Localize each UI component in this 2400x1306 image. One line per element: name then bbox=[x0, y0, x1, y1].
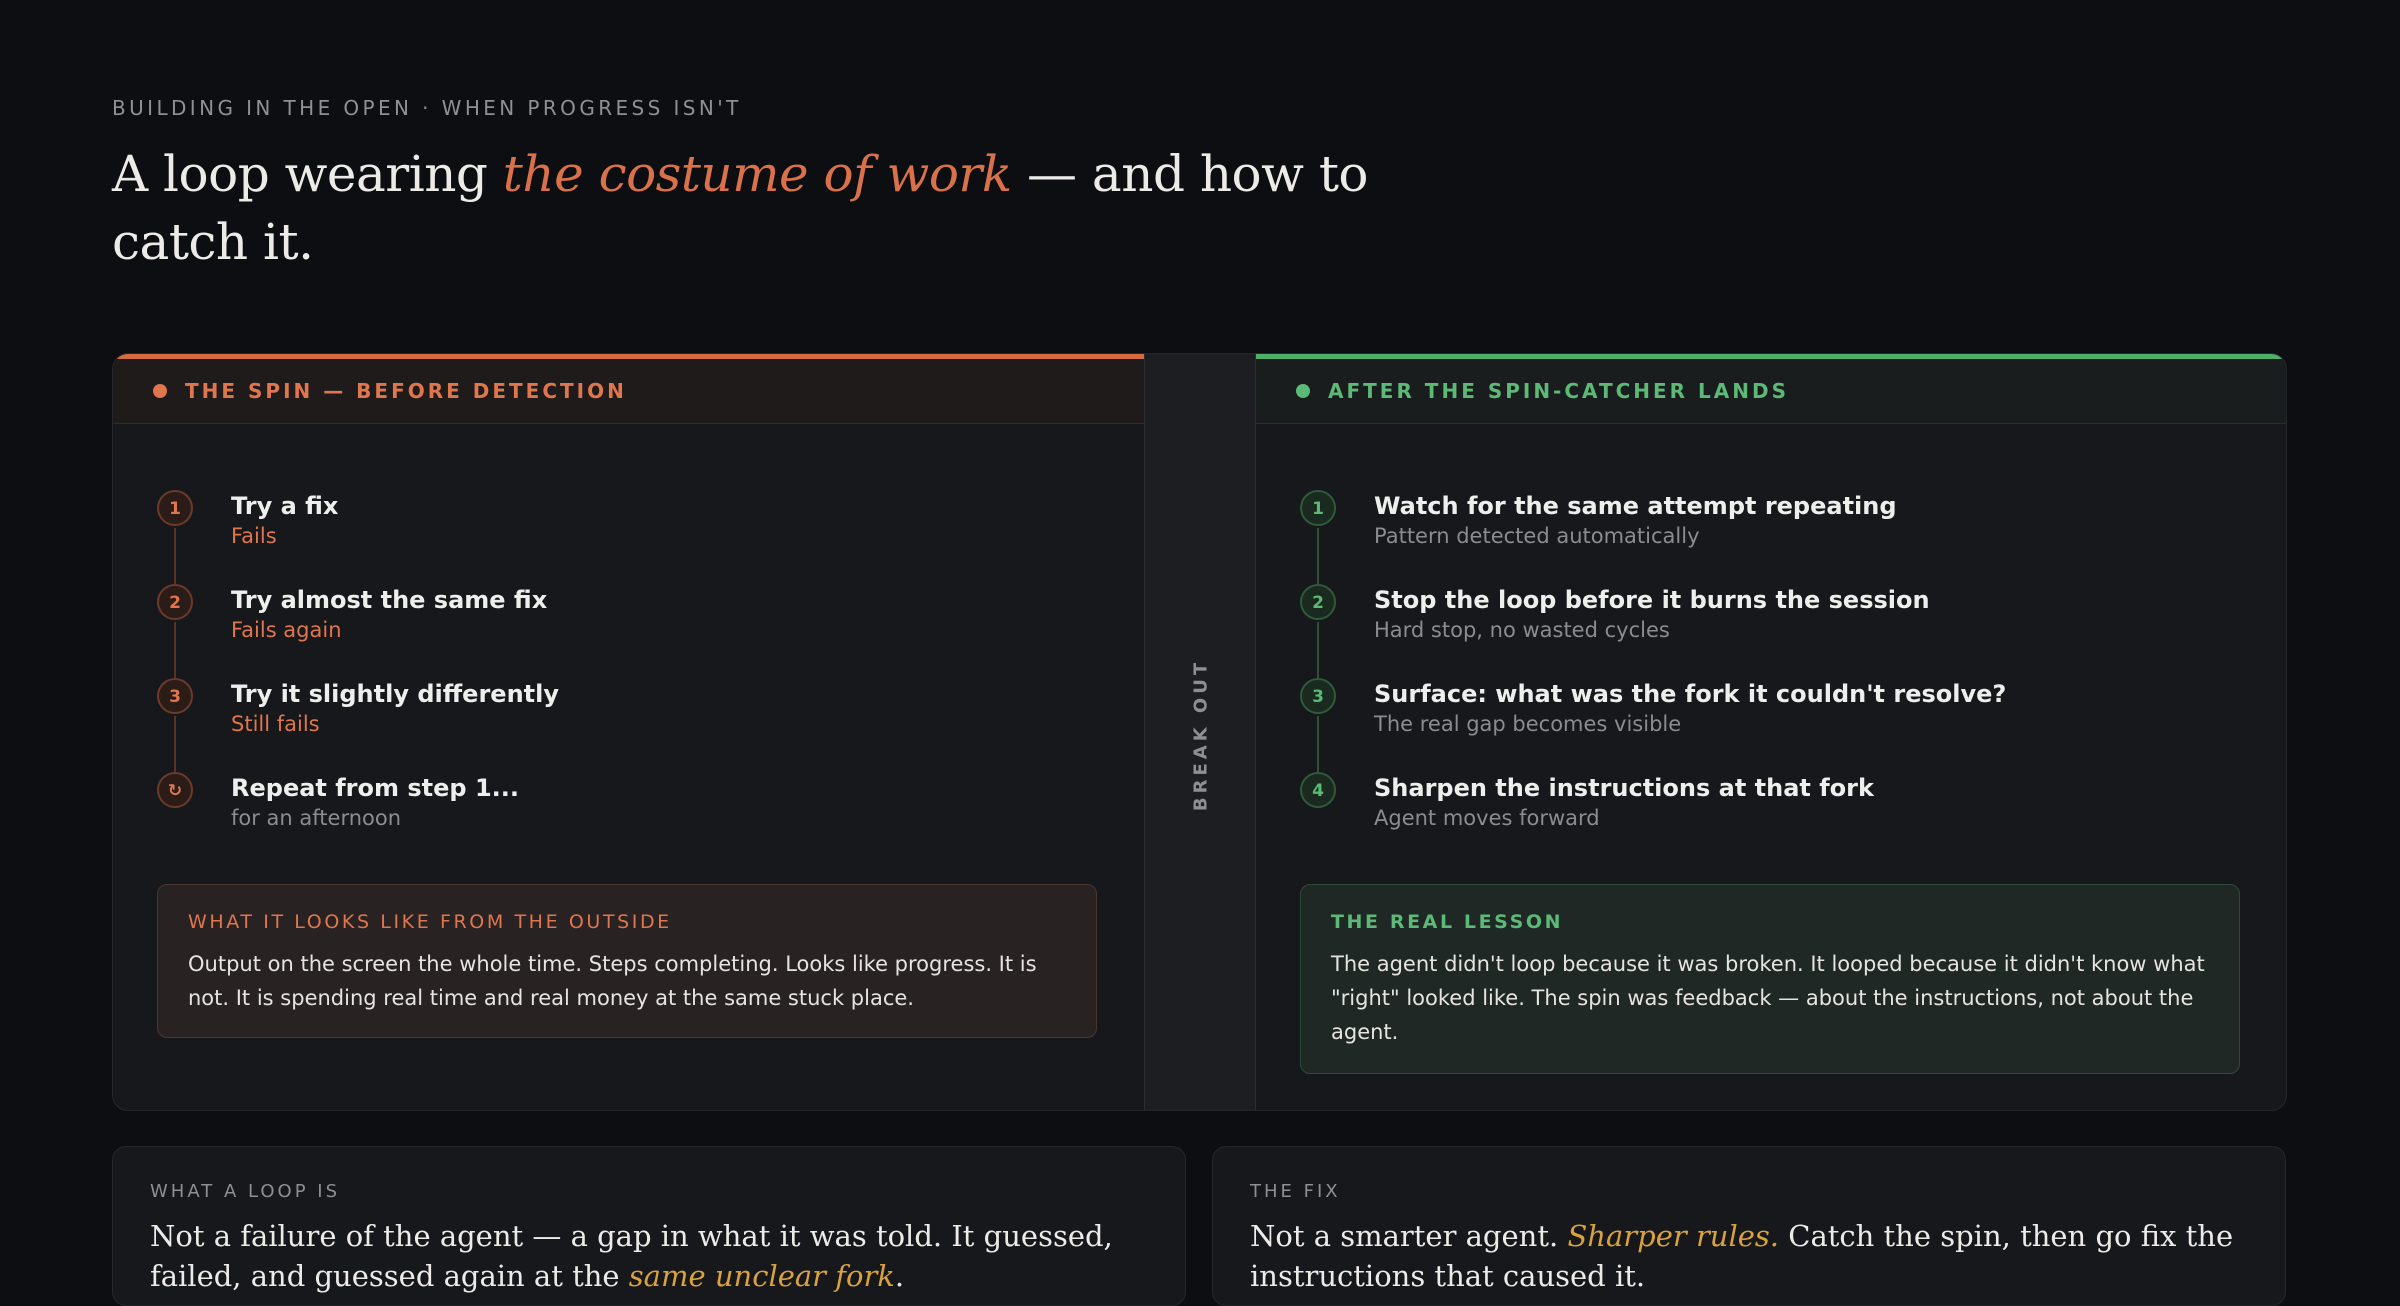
spin-step: 2 Try almost the same fix Fails again bbox=[157, 584, 1104, 678]
card-emphasis: Sharper rules. bbox=[1567, 1219, 1780, 1253]
step-title: Try a fix bbox=[231, 492, 339, 520]
step-result: The real gap becomes visible bbox=[1374, 712, 1682, 736]
step-number: 2 bbox=[157, 584, 193, 620]
step-result: Agent moves forward bbox=[1374, 806, 1600, 830]
break-out-divider: BREAK OUT bbox=[1144, 354, 1256, 1110]
step-title: Watch for the same attempt repeating bbox=[1374, 492, 1897, 520]
step-title: Stop the loop before it burns the sessio… bbox=[1374, 586, 1930, 614]
step-result: Fails again bbox=[231, 618, 342, 642]
card-body: Not a smarter agent. Sharper rules. Catc… bbox=[1250, 1216, 2248, 1296]
spin-header: THE SPIN — BEFORE DETECTION bbox=[113, 359, 1144, 424]
callout-title: WHAT IT LOOKS LIKE FROM THE OUTSIDE bbox=[188, 911, 672, 933]
step-connector bbox=[1317, 622, 1319, 678]
after-panel: AFTER THE SPIN-CATCHER LANDS 1 Watch for… bbox=[1256, 354, 2286, 1110]
after-step: 1 Watch for the same attempt repeating P… bbox=[1300, 490, 2246, 584]
spin-dot-icon bbox=[153, 384, 167, 398]
after-dot-icon bbox=[1296, 384, 1310, 398]
step-number: 3 bbox=[1300, 678, 1336, 714]
after-step: 4 Sharpen the instructions at that fork … bbox=[1300, 772, 2246, 866]
spin-step: ↻ Repeat from step 1... for an afternoon bbox=[157, 772, 1104, 866]
step-connector bbox=[1317, 716, 1319, 772]
page-title: A loop wearing the costume of work — and… bbox=[112, 140, 1452, 276]
step-title: Repeat from step 1... bbox=[231, 774, 519, 802]
card-body-lead: Not a smarter agent. bbox=[1250, 1219, 1568, 1253]
headline-lead: A loop wearing bbox=[112, 145, 503, 203]
card-title: WHAT A LOOP IS bbox=[150, 1181, 341, 1202]
step-number: 1 bbox=[157, 490, 193, 526]
step-number: 2 bbox=[1300, 584, 1336, 620]
step-number: 3 bbox=[157, 678, 193, 714]
spin-step: 3 Try it slightly differently Still fail… bbox=[157, 678, 1104, 772]
after-header: AFTER THE SPIN-CATCHER LANDS bbox=[1256, 359, 2286, 424]
card-title: THE FIX bbox=[1250, 1181, 1341, 1202]
after-step: 2 Stop the loop before it burns the sess… bbox=[1300, 584, 2246, 678]
step-result: Hard stop, no wasted cycles bbox=[1374, 618, 1670, 642]
step-result: Pattern detected automatically bbox=[1374, 524, 1700, 548]
real-lesson-callout: THE REAL LESSON The agent didn't loop be… bbox=[1300, 884, 2240, 1074]
spin-panel: THE SPIN — BEFORE DETECTION 1 Try a fix … bbox=[113, 354, 1144, 1110]
spin-steps: 1 Try a fix Fails 2 Try almost the same … bbox=[157, 490, 1104, 866]
card-emphasis: same unclear fork bbox=[628, 1259, 895, 1293]
callout-title: THE REAL LESSON bbox=[1331, 911, 1564, 933]
step-number: 1 bbox=[1300, 490, 1336, 526]
spin-step: 1 Try a fix Fails bbox=[157, 490, 1104, 584]
step-title: Try it slightly differently bbox=[231, 680, 559, 708]
step-title: Sharpen the instructions at that fork bbox=[1374, 774, 1874, 802]
step-connector bbox=[174, 716, 176, 772]
loop-definition-card: WHAT A LOOP IS Not a failure of the agen… bbox=[112, 1146, 1186, 1306]
step-connector bbox=[174, 622, 176, 678]
spin-title: THE SPIN — BEFORE DETECTION bbox=[185, 379, 627, 403]
step-result: Fails bbox=[231, 524, 277, 548]
step-connector bbox=[174, 528, 176, 584]
headline-emphasis: the costume of work bbox=[502, 145, 1012, 203]
step-title: Surface: what was the fork it couldn't r… bbox=[1374, 680, 2007, 708]
after-title: AFTER THE SPIN-CATCHER LANDS bbox=[1328, 379, 1790, 403]
after-step: 3 Surface: what was the fork it couldn't… bbox=[1300, 678, 2246, 772]
step-connector bbox=[1317, 528, 1319, 584]
step-title: Try almost the same fix bbox=[231, 586, 548, 614]
callout-body: Output on the screen the whole time. Ste… bbox=[188, 952, 1037, 1010]
callout-body: The agent didn't loop because it was bro… bbox=[1331, 952, 2205, 1044]
comparison-panel: THE SPIN — BEFORE DETECTION 1 Try a fix … bbox=[112, 353, 2287, 1111]
step-result: Still fails bbox=[231, 712, 320, 736]
repeat-icon: ↻ bbox=[157, 772, 193, 808]
eyebrow: BUILDING IN THE OPEN · WHEN PROGRESS ISN… bbox=[112, 96, 742, 120]
after-steps: 1 Watch for the same attempt repeating P… bbox=[1300, 490, 2246, 866]
outside-view-callout: WHAT IT LOOKS LIKE FROM THE OUTSIDE Outp… bbox=[157, 884, 1097, 1038]
step-number: 4 bbox=[1300, 772, 1336, 808]
card-body: Not a failure of the agent — a gap in wh… bbox=[150, 1216, 1148, 1296]
fix-card: THE FIX Not a smarter agent. Sharper rul… bbox=[1212, 1146, 2286, 1306]
break-out-label: BREAK OUT bbox=[1190, 658, 1212, 812]
card-body-tail: . bbox=[894, 1259, 905, 1293]
step-result: for an afternoon bbox=[231, 806, 402, 830]
